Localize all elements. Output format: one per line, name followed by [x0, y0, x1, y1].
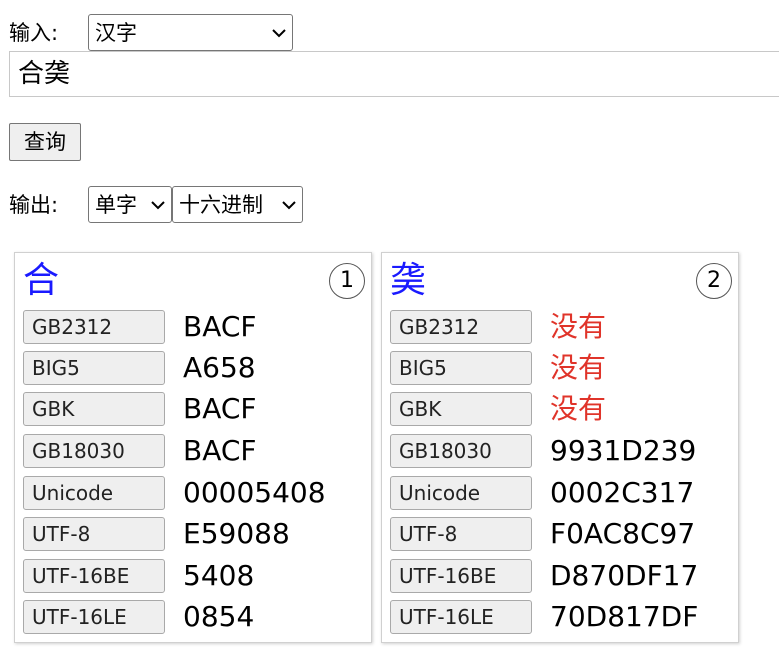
- encoding-label-button[interactable]: UTF-8: [23, 517, 165, 551]
- encoding-value: 00005408: [183, 476, 326, 509]
- encoding-value: D870DF17: [550, 559, 699, 592]
- encoding-label-button[interactable]: BIG5: [23, 351, 165, 385]
- encoding-label-button[interactable]: GB18030: [390, 434, 532, 468]
- encoding-label-button[interactable]: UTF-8: [390, 517, 532, 551]
- input-type-select[interactable]: 汉字: [88, 14, 293, 51]
- encoding-value: 0002C317: [550, 476, 695, 509]
- encoding-value: BACF: [183, 310, 257, 343]
- result-index-badge: 2: [696, 263, 732, 299]
- encoding-value: E59088: [183, 517, 290, 550]
- query-button[interactable]: 查询: [9, 123, 81, 161]
- encoding-label-button[interactable]: UTF-16BE: [23, 559, 165, 593]
- encoding-label-button[interactable]: Unicode: [390, 476, 532, 510]
- encoding-label-button[interactable]: GBK: [23, 392, 165, 426]
- input-label: 输入:: [9, 21, 59, 45]
- encoding-label-button[interactable]: GB2312: [23, 310, 165, 344]
- output-mode-select-value: 单字: [95, 192, 137, 217]
- encoding-label-button[interactable]: GB18030: [23, 434, 165, 468]
- encoding-label-button[interactable]: UTF-16LE: [23, 600, 165, 634]
- chevron-down-icon: [282, 200, 296, 209]
- encoding-value-missing: 没有: [550, 351, 607, 384]
- encoding-value: 70D817DF: [550, 600, 699, 633]
- result-character: 䶮: [390, 260, 427, 301]
- output-mode-select[interactable]: 单字: [88, 186, 172, 223]
- encoding-value: 9931D239: [550, 434, 697, 467]
- result-character: 合: [23, 260, 60, 301]
- encoding-label-button[interactable]: BIG5: [390, 351, 532, 385]
- encoding-value-missing: 没有: [550, 392, 607, 425]
- encoding-label-button[interactable]: Unicode: [23, 476, 165, 510]
- encoding-value: F0AC8C97: [550, 517, 696, 550]
- encoding-value: A658: [183, 351, 256, 384]
- encoding-label-button[interactable]: UTF-16BE: [390, 559, 532, 593]
- text-input[interactable]: 合䶮: [9, 51, 779, 97]
- encoding-value: 5408: [183, 559, 255, 592]
- encoding-value-missing: 没有: [550, 310, 607, 343]
- result-index-badge: 1: [329, 263, 365, 299]
- result-card: 䶮 2 GB2312 没有 BIG5 没有 GBK 没有 GB18030 993…: [381, 252, 739, 643]
- output-format-select[interactable]: 十六进制: [172, 186, 303, 223]
- output-format-select-value: 十六进制: [179, 192, 263, 217]
- chevron-down-icon: [272, 28, 286, 37]
- chevron-down-icon: [151, 200, 165, 209]
- output-label: 输出:: [9, 193, 59, 217]
- input-type-select-value: 汉字: [95, 20, 137, 45]
- encoding-label-button[interactable]: GBK: [390, 392, 532, 426]
- result-card: 合 1 GB2312 BACF BIG5 A658 GBK BACF GB180…: [14, 252, 372, 643]
- encoding-value: BACF: [183, 392, 257, 425]
- encoding-value: BACF: [183, 434, 257, 467]
- encoding-label-button[interactable]: GB2312: [390, 310, 532, 344]
- encoding-value: 0854: [183, 600, 255, 633]
- encoding-label-button[interactable]: UTF-16LE: [390, 600, 532, 634]
